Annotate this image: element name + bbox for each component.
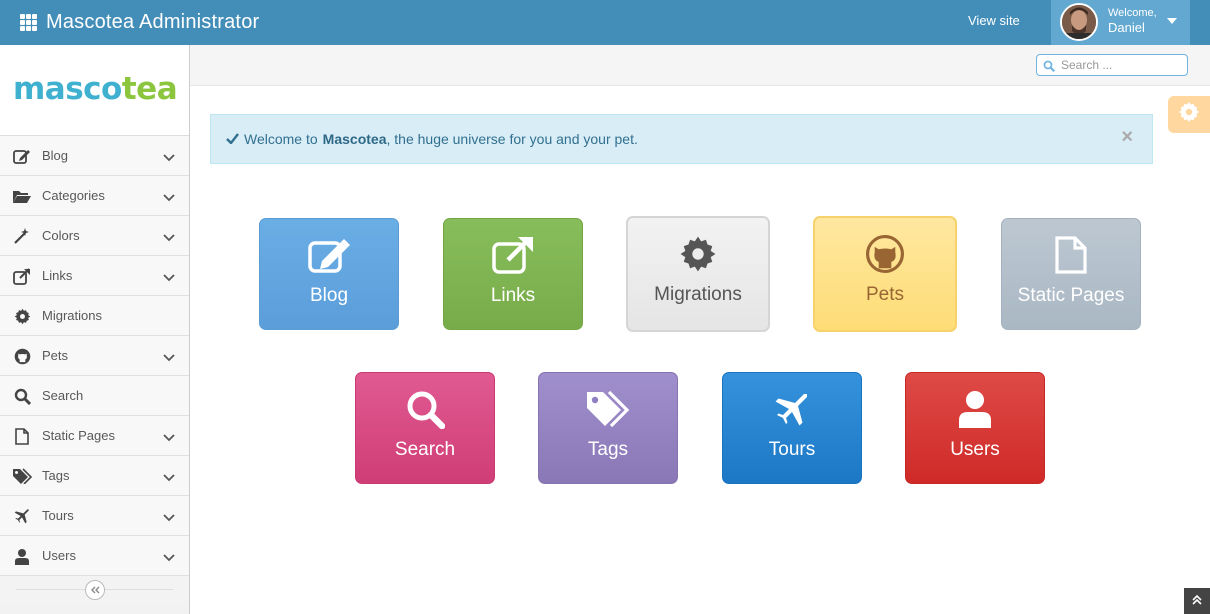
- sidebar-item-tours[interactable]: Tours: [0, 496, 189, 536]
- navbar: Mascotea Administrator View site Welcome…: [0, 0, 1210, 45]
- search-box: [1036, 54, 1188, 76]
- welcome-text: Welcome,: [1108, 7, 1157, 19]
- tile-label: Migrations: [654, 284, 742, 305]
- search-icon: [1043, 59, 1056, 77]
- breadcrumb-bar: [190, 45, 1210, 86]
- plane-icon: [12, 507, 32, 525]
- github-icon: [12, 347, 32, 365]
- logo-area: mascotea: [0, 45, 189, 136]
- github-icon: [815, 234, 955, 274]
- folder-open-icon: [12, 187, 32, 205]
- plane-icon: [723, 389, 861, 429]
- sidebar-item-users[interactable]: Users: [0, 536, 189, 576]
- alert-suffix: , the huge universe for you and your pet…: [386, 131, 638, 147]
- sidebar-item-blog[interactable]: Blog: [0, 136, 189, 176]
- tags-icon: [539, 389, 677, 429]
- check-icon: [226, 131, 239, 147]
- tile-static-pages[interactable]: Static Pages: [1001, 218, 1141, 330]
- magic-wand-icon: [12, 227, 32, 245]
- sidebar-collapse-bar: [0, 576, 189, 604]
- tile-label: Users: [950, 439, 1000, 460]
- gear-icon: [12, 307, 32, 325]
- external-link-icon: [444, 235, 582, 275]
- sidebar-item-search[interactable]: Search: [0, 376, 189, 416]
- tile-label: Pets: [865, 284, 905, 305]
- close-icon[interactable]: ×: [1121, 127, 1133, 147]
- tile-migrations[interactable]: Migrations: [626, 216, 770, 332]
- search-icon: [356, 389, 494, 429]
- tile-blog[interactable]: Blog: [259, 218, 399, 330]
- chevron-down-icon: [163, 269, 175, 287]
- tile-label: Tours: [768, 439, 816, 460]
- sidebar-item-label: Tours: [42, 508, 74, 523]
- grid-icon: [20, 14, 39, 31]
- gear-icon: [628, 234, 768, 274]
- sidebar-item-pets[interactable]: Pets: [0, 336, 189, 376]
- sidebar-item-label: Categories: [42, 188, 105, 203]
- file-icon: [12, 427, 32, 445]
- sidebar-item-label: Pets: [42, 348, 69, 363]
- sidebar: mascotea Blog Categories Colors Links Mi: [0, 45, 190, 614]
- tile-pets[interactable]: Pets: [813, 216, 957, 332]
- chevron-down-icon: [163, 229, 175, 247]
- alert-brand: Mascotea: [322, 131, 387, 147]
- chevron-down-icon: [163, 549, 175, 567]
- external-link-icon: [12, 267, 32, 285]
- sidebar-item-label: Users: [42, 548, 76, 563]
- tile-label: Links: [490, 285, 536, 306]
- sidebar-item-links[interactable]: Links: [0, 256, 189, 296]
- tile-links[interactable]: Links: [443, 218, 583, 330]
- double-angle-left-icon[interactable]: [85, 580, 105, 600]
- sidebar-item-label: Colors: [42, 228, 80, 243]
- tile-tours[interactable]: Tours: [722, 372, 862, 484]
- scroll-top-button[interactable]: [1184, 588, 1210, 614]
- tile-users[interactable]: Users: [905, 372, 1045, 484]
- tile-search[interactable]: Search: [355, 372, 495, 484]
- tile-label: Tags: [587, 439, 629, 460]
- sidebar-item-static-pages[interactable]: Static Pages: [0, 416, 189, 456]
- sidebar-item-label: Blog: [42, 148, 69, 163]
- welcome-alert: Welcome to Mascotea, the huge universe fo…: [210, 114, 1153, 164]
- sidebar-item-migrations[interactable]: Migrations: [0, 296, 189, 336]
- sidebar-item-categories[interactable]: Categories: [0, 176, 189, 216]
- settings-toggle-button[interactable]: [1168, 96, 1210, 133]
- user-icon: [906, 389, 1044, 429]
- double-angle-up-icon: [1192, 592, 1202, 610]
- user-menu[interactable]: Welcome, Daniel: [1051, 0, 1190, 45]
- search-icon: [12, 387, 32, 405]
- brand[interactable]: Mascotea Administrator: [20, 0, 259, 45]
- chevron-down-icon: [163, 189, 175, 207]
- edit-icon: [12, 147, 32, 165]
- sidebar-item-label: Static Pages: [42, 428, 115, 443]
- file-icon: [1002, 235, 1140, 275]
- user-icon: [12, 547, 32, 565]
- sidebar-item-label: Search: [42, 388, 84, 403]
- tags-icon: [12, 467, 32, 485]
- sidebar-item-label: Links: [42, 268, 73, 283]
- avatar: [1060, 3, 1098, 41]
- tile-label: Blog: [309, 285, 349, 306]
- search-input[interactable]: [1061, 57, 1181, 73]
- logo[interactable]: mascotea: [13, 71, 178, 107]
- tile-label: Static Pages: [1017, 285, 1125, 306]
- sidebar-item-label: Tags: [42, 468, 70, 483]
- view-site-link[interactable]: View site: [968, 13, 1020, 28]
- edit-icon: [260, 235, 398, 275]
- sidebar-item-colors[interactable]: Colors: [0, 216, 189, 256]
- alert-prefix: Welcome to: [244, 131, 318, 147]
- sidebar-item-label: Migrations: [42, 308, 102, 323]
- gear-icon: [1178, 101, 1200, 128]
- tile-tags[interactable]: Tags: [538, 372, 678, 484]
- app-title: Mascotea Administrator: [46, 11, 260, 33]
- caret-down-icon: [1167, 18, 1177, 24]
- user-name: Daniel: [1108, 20, 1145, 35]
- chevron-down-icon: [163, 349, 175, 367]
- sidebar-item-tags[interactable]: Tags: [0, 456, 189, 496]
- chevron-down-icon: [163, 429, 175, 447]
- chevron-down-icon: [163, 149, 175, 167]
- chevron-down-icon: [163, 469, 175, 487]
- tile-label: Search: [394, 439, 456, 460]
- chevron-down-icon: [163, 509, 175, 527]
